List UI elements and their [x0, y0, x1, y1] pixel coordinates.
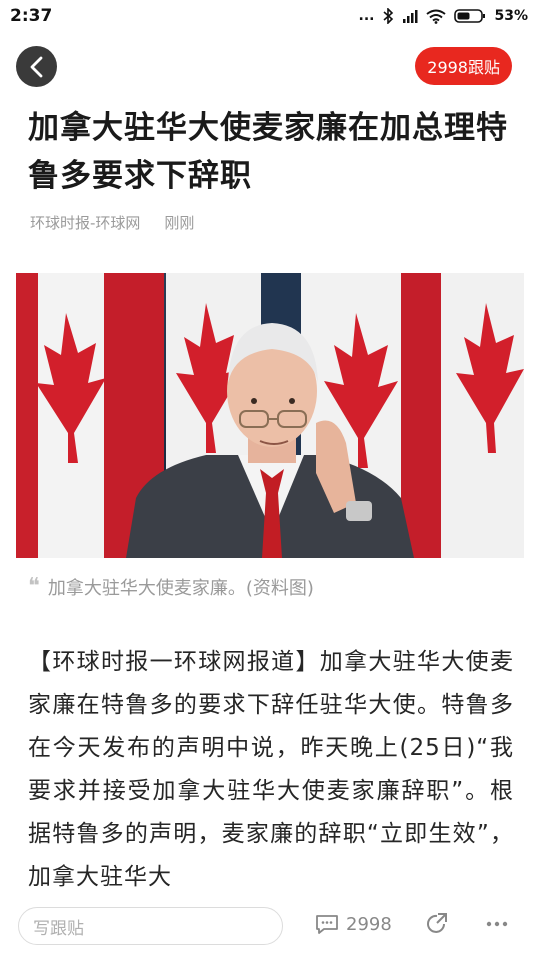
photo-caption: ❝ 加拿大驻华大使麦家廉。(资料图)	[28, 574, 314, 600]
article-meta: 环球时报-环球网 刚刚	[30, 212, 194, 233]
status-time: 2:37	[10, 6, 53, 26]
more-icon	[486, 921, 508, 927]
article-photo[interactable]	[16, 273, 524, 558]
battery-icon	[454, 8, 486, 24]
comments-button[interactable]: 2998	[314, 913, 392, 935]
bluetooth-icon	[382, 8, 394, 24]
comment-icon	[316, 915, 338, 934]
back-button[interactable]	[16, 46, 57, 87]
back-arrow-icon	[30, 56, 42, 77]
article-body: 【环球时报一环球网报道】加拿大驻华大使麦家廉在特鲁多的要求下辞任驻华大使。特鲁多…	[28, 649, 514, 890]
wifi-icon	[426, 9, 447, 24]
reply-input[interactable]: 写跟贴	[18, 907, 283, 945]
bottom-bar: 写跟贴 2998	[0, 895, 540, 960]
share-icon	[427, 913, 447, 933]
signal-icon	[402, 9, 418, 23]
share-button[interactable]	[424, 911, 450, 941]
status-bar: 2:37 ... 53%	[0, 0, 540, 32]
more-button[interactable]	[484, 911, 510, 941]
comment-count: 2998	[346, 913, 392, 935]
article-source[interactable]: 环球时报-环球网	[30, 212, 140, 233]
comment-count-badge[interactable]: 2998跟贴	[415, 47, 512, 85]
quote-icon: ❝	[28, 574, 40, 599]
caption-text: 加拿大驻华大使麦家廉。(资料图)	[47, 578, 314, 599]
status-icons: ... 53%	[359, 8, 528, 24]
article-time: 刚刚	[164, 214, 195, 232]
reply-placeholder: 写跟贴	[33, 918, 84, 939]
article-title: 加拿大驻华大使麦家廉在加总理特鲁多要求下辞职	[28, 110, 508, 194]
status-dots: ...	[358, 8, 375, 24]
battery-percent: 53%	[494, 8, 528, 24]
